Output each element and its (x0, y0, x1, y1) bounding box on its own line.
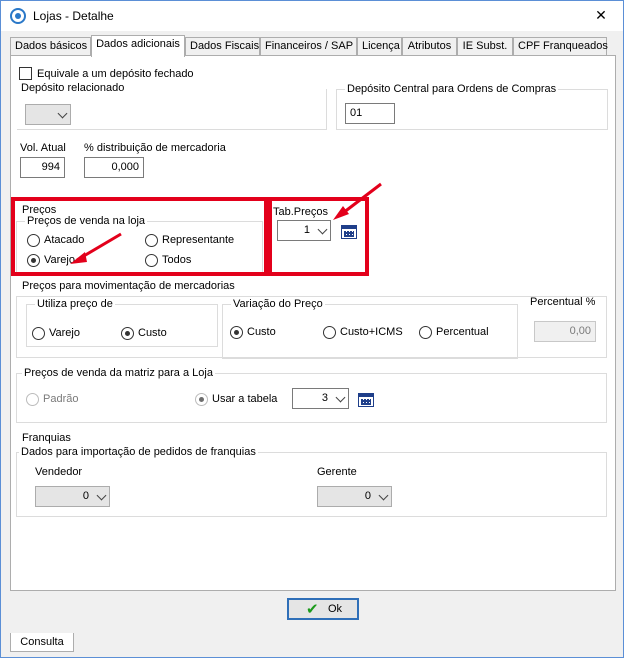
window-title: Lojas - Detalhe (33, 9, 114, 23)
tab-ie-subst[interactable]: IE Subst. (457, 37, 513, 56)
utiliza-preco-group: Utiliza preço de Varejo Custo (26, 298, 218, 347)
tab-financeiros-sap[interactable]: Financeiros / SAP (260, 37, 357, 56)
variacao-percentual-label: Percentual (436, 326, 489, 338)
vendedor-label: Vendedor (35, 466, 83, 478)
ok-button[interactable]: ✔ Ok (287, 598, 359, 620)
radio-usar-tabela[interactable] (195, 393, 208, 406)
tab-dados-fiscais[interactable]: Dados Fiscais (185, 37, 260, 56)
calendar-icon[interactable] (358, 393, 374, 407)
app-icon (10, 8, 26, 24)
radio-variacao-custo[interactable] (230, 326, 243, 339)
tab-dados-basicos[interactable]: Dados básicos (10, 37, 91, 56)
utiliza-custo-label: Custo (138, 327, 167, 339)
gerente-combo[interactable]: 0 (317, 486, 392, 507)
movimentacao-section-label: Preços para movimentação de mercadorias (22, 280, 235, 292)
movimentacao-group: Utiliza preço de Varejo Custo Variação d… (16, 296, 607, 359)
variacao-preco-label: Variação do Preço (231, 298, 325, 310)
franquias-section-label: Franquias (22, 432, 71, 444)
distribuicao-label: % distribuição de mercadoria (84, 142, 226, 154)
variacao-custo-icms-label: Custo+ICMS (340, 326, 403, 338)
matriz-group: Preços de venda da matriz para a Loja Pa… (16, 367, 607, 423)
radio-padrao[interactable] (26, 393, 39, 406)
deposito-relacionado-combo[interactable] (25, 104, 71, 125)
percentual-label: Percentual % (530, 296, 596, 308)
tab-licenca[interactable]: Licença (357, 37, 402, 56)
vendedor-combo[interactable]: 0 (35, 486, 110, 507)
deposito-central-label: Depósito Central para Ordens de Compras (345, 83, 559, 95)
radio-utiliza-custo[interactable] (121, 327, 134, 340)
deposito-relacionado-group: Depósito relacionado (17, 82, 327, 130)
close-button[interactable]: ✕ (591, 6, 611, 26)
franquias-group: Dados para importação de pedidos de fran… (16, 446, 607, 517)
tab-consulta[interactable]: Consulta (10, 633, 74, 652)
utiliza-preco-label: Utiliza preço de (35, 298, 115, 310)
vol-atual-input[interactable]: 994 (20, 157, 65, 178)
title-bar: Lojas - Detalhe ✕ (1, 1, 623, 31)
chevron-down-icon (96, 490, 107, 501)
padrao-label: Padrão (43, 393, 79, 405)
tab-atributos[interactable]: Atributos (402, 37, 457, 56)
vol-atual-label: Vol. Atual (20, 142, 66, 154)
matriz-tabela-combo[interactable]: 3 (292, 388, 349, 409)
deposito-central-input[interactable]: 01 (345, 103, 395, 124)
deposito-relacionado-label: Depósito relacionado (19, 82, 127, 94)
radio-variacao-custo-icms[interactable] (323, 326, 336, 339)
deposito-fechado-label: Equivale a um depósito fechado (37, 68, 194, 80)
highlight-box-tab-precos (268, 197, 369, 276)
usar-tabela-label: Usar a tabela (212, 393, 278, 405)
radio-variacao-percentual[interactable] (419, 326, 432, 339)
utiliza-varejo-label: Varejo (49, 327, 80, 339)
variacao-custo-label: Custo (247, 326, 276, 338)
percentual-input[interactable]: 0,00 (534, 321, 596, 342)
variacao-preco-group: Variação do Preço Custo Custo+ICMS Perce… (222, 298, 518, 359)
radio-utiliza-varejo[interactable] (32, 327, 45, 340)
dados-adicionais-panel: Equivale a um depósito fechado Depósito … (10, 55, 616, 591)
chevron-down-icon (57, 108, 68, 119)
tab-dados-adicionais[interactable]: Dados adicionais (91, 35, 185, 57)
gerente-label: Gerente (317, 466, 357, 478)
tab-cpf-franqueados[interactable]: CPF Franqueados (513, 37, 608, 56)
distribuicao-input[interactable]: 0,000 (84, 157, 144, 178)
deposito-central-group: Depósito Central para Ordens de Compras … (336, 83, 608, 130)
highlight-box-precos (11, 197, 268, 276)
check-icon: ✔ (306, 600, 319, 618)
matriz-label: Preços de venda da matriz para a Loja (22, 367, 215, 379)
franquias-group-label: Dados para importação de pedidos de fran… (19, 446, 258, 458)
window: Lojas - Detalhe ✕ Dados básicos Dados ad… (0, 0, 624, 658)
chevron-down-icon (378, 490, 389, 501)
chevron-down-icon (335, 392, 346, 403)
deposito-fechado-checkbox[interactable] (19, 67, 32, 80)
